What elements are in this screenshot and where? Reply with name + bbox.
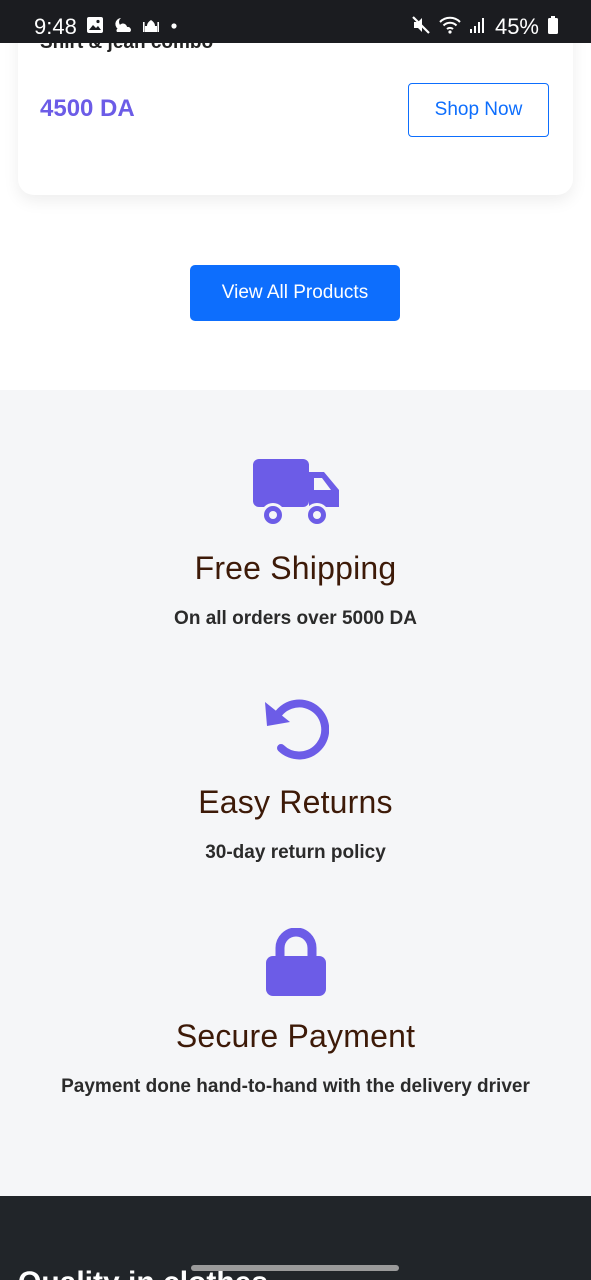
status-right-icons: 45%: [411, 14, 559, 40]
battery-icon: [547, 15, 559, 40]
mosque-icon: [142, 16, 160, 39]
product-price: 4500 DA: [40, 95, 135, 122]
shop-now-button[interactable]: Shop Now: [408, 83, 549, 137]
gallery-icon: [86, 16, 104, 39]
feature-description: 30-day return policy: [205, 842, 386, 863]
wifi-icon: [439, 15, 461, 40]
feature-title: Easy Returns: [198, 784, 393, 820]
home-indicator[interactable]: [191, 1265, 399, 1271]
features-section: Free Shipping On all orders over 5000 DA…: [0, 390, 591, 1196]
mute-icon: [411, 15, 431, 40]
battery-percentage: 45%: [494, 14, 539, 39]
rotate-left-icon: [263, 696, 329, 765]
truck-icon: [252, 458, 340, 533]
lock-icon: [264, 927, 328, 1003]
weather-icon: [113, 16, 133, 39]
status-bar: 9:48 45%: [0, 0, 591, 43]
view-all-products-button[interactable]: View All Products: [190, 265, 400, 321]
dot-icon: [169, 16, 179, 39]
feature-description: Payment done hand-to-hand with the deliv…: [61, 1076, 530, 1097]
status-left-icons: [86, 16, 179, 39]
signal-icon: [469, 16, 487, 39]
feature-description: On all orders over 5000 DA: [174, 608, 417, 629]
status-time: 9:48: [34, 14, 77, 39]
feature-title: Secure Payment: [175, 1018, 416, 1054]
feature-title: Free Shipping: [194, 550, 397, 586]
